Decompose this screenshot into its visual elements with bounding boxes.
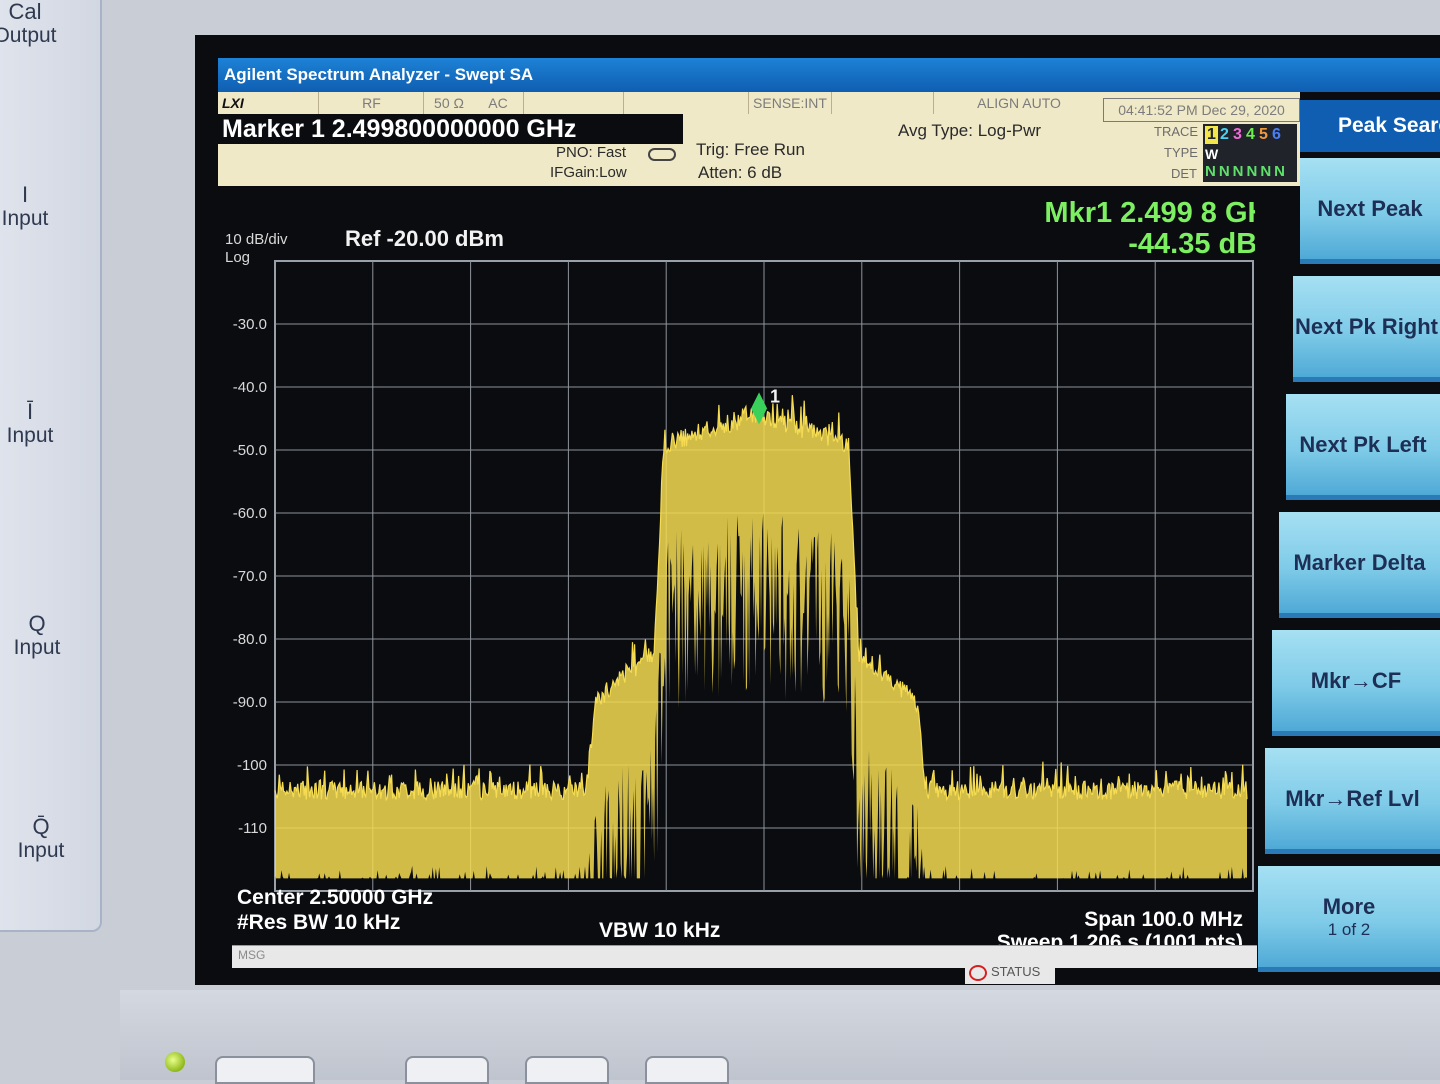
port-text: Input [6, 424, 54, 447]
avg-type-setting: Avg Type: Log-Pwr [898, 121, 1042, 140]
softkey-next-peak[interactable]: Next Peak [1300, 158, 1440, 264]
softkey-marker-delta[interactable]: Marker Delta [1279, 512, 1440, 618]
trace-row-label: TRACE [1154, 124, 1199, 139]
y-tick-label: -110 [238, 820, 267, 837]
port-text: Input [1, 207, 49, 230]
softkey-label: Next Peak [1317, 195, 1423, 221]
y-tick-label: -50.0 [233, 442, 267, 459]
pno-setting: PNO: Fast [556, 144, 627, 161]
y-tick-label: -80.0 [233, 631, 267, 648]
trace-number-2: 2 [1220, 126, 1229, 143]
window-title: Agilent Spectrum Analyzer - Swept SA [218, 58, 1440, 92]
scale-per-div: 10 dB/div [225, 231, 288, 248]
trigger-edge-icon [648, 148, 676, 161]
y-tick-label: -90.0 [233, 694, 267, 711]
active-marker-readout: Marker 1 2.499800000000 GHz [218, 114, 683, 144]
softkey-label: More [1322, 893, 1376, 919]
center-frequency: Center 2.50000 GHz [237, 886, 433, 909]
softkey-label: Mkr→Ref Lvl [1285, 785, 1420, 811]
front-panel-bottom [120, 990, 1440, 1080]
message-bar: MSG [232, 945, 1257, 968]
trigger-setting: Trig: Free Run [696, 140, 805, 159]
ifgain-setting: IFGain:Low [550, 164, 627, 181]
front-panel-left: Cal Output I Input Ī Input Q Input Q̄ In… [0, 0, 102, 932]
q-input-port-label: Q Input [0, 612, 82, 660]
softkey-more[interactable]: More 1 of 2 [1258, 866, 1440, 972]
port-symbol: Cal [8, 0, 42, 24]
marker-readout-frequency: Mkr1 2.499 8 GHz [1044, 197, 1255, 229]
i-input-port-label: I Input [0, 183, 70, 231]
type-row-label: TYPE [1164, 145, 1198, 160]
softkey-panel: Next Peak Next Pk Right Next Pk Left Marker… [1250, 100, 1440, 972]
marker-number-label: 1 [770, 386, 780, 406]
det-row-label: DET [1171, 166, 1197, 181]
port-symbol: Q̄ [32, 814, 50, 839]
trace-number-1: 1 [1205, 126, 1218, 144]
settings-status-panel: LXI RF 50 Ω AC SENSE:INT ALIGN AUTO 04:4… [218, 92, 1300, 186]
msg-label: MSG [238, 948, 266, 962]
reference-level: Ref -20.00 dBm [345, 226, 504, 251]
softkey-next-pk-right[interactable]: Next Pk Right [1293, 276, 1440, 382]
align-indicator: ALIGN AUTO [933, 92, 1104, 114]
status-cell-blank [623, 92, 749, 114]
cal-output-port-label: Cal Output [0, 0, 70, 48]
trace-type-value: W [1205, 146, 1219, 162]
span-setting: Span 100.0 MHz [1084, 908, 1243, 931]
marker-readout-amplitude: -44.35 dBm [1128, 228, 1255, 260]
y-tick-label: -30.0 [233, 316, 267, 333]
y-axis-tick-labels: -30.0 -40.0 -50.0 -60.0 -70.0 -80.0 -90.0 -100 -… [233, 316, 267, 837]
port-symbol: I [21, 182, 29, 207]
port-text: Input [17, 839, 65, 862]
softkey-label: Mkr→CF [1310, 667, 1402, 693]
coupling-indicator: AC [488, 95, 508, 111]
y-tick-label: -100 [237, 757, 267, 774]
i-bar-input-port-label: Ī Input [0, 400, 75, 448]
softkey-mkr-ref-lvl[interactable]: Mkr→Ref Lvl [1265, 748, 1440, 854]
y-tick-label: -70.0 [233, 568, 267, 585]
lxi-indicator: LXI [222, 95, 244, 111]
spectrum-plot: 10 dB/div Log Ref -20.00 dBm Mkr1 2.499 … [225, 197, 1255, 954]
y-tick-label: -40.0 [233, 379, 267, 396]
resolution-bandwidth: #Res BW 10 kHz [237, 911, 400, 934]
attenuation-setting: Atten: 6 dB [698, 163, 783, 182]
status-cell-blank [523, 92, 624, 114]
softkey-label: Marker Delta [1293, 549, 1426, 575]
status-alert-icon [969, 964, 987, 981]
softkey-mkr-cf[interactable]: Mkr→CF [1272, 630, 1440, 736]
scale-type: Log [225, 249, 250, 266]
video-bandwidth: VBW 10 kHz [599, 919, 720, 942]
status-label: STATUS [991, 964, 1041, 979]
softkey-label: Next Pk Right [1294, 313, 1439, 339]
softkey-next-pk-left[interactable]: Next Pk Left [1286, 394, 1440, 500]
trace-number-3: 3 [1233, 126, 1242, 143]
softkey-label: Next Pk Left [1299, 431, 1427, 457]
impedance-indicator: 50 Ω [423, 92, 474, 114]
port-text: Input [13, 636, 61, 659]
port-text: Output [0, 24, 57, 47]
port-symbol: Ī [26, 399, 34, 424]
status-button[interactable]: STATUS [965, 960, 1055, 984]
y-tick-label: -60.0 [233, 505, 267, 522]
sense-indicator: SENSE:INT [748, 92, 832, 114]
rf-indicator: RF [318, 92, 424, 114]
softkey-sublabel: 1 of 2 [1327, 919, 1371, 939]
port-symbol: Q [28, 611, 46, 636]
power-led-icon [165, 1052, 185, 1072]
q-bar-input-port-label: Q̄ Input [0, 815, 86, 863]
